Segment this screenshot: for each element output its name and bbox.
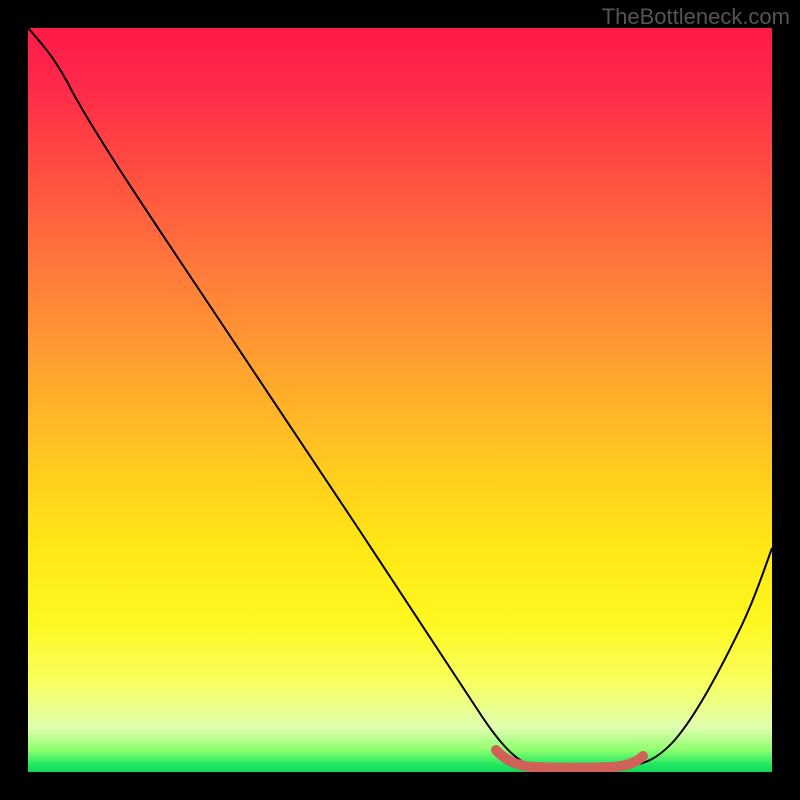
chart-svg xyxy=(28,28,772,772)
watermark-text: TheBottleneck.com xyxy=(602,4,790,30)
plot-area xyxy=(28,28,772,772)
main-curve xyxy=(28,28,772,768)
